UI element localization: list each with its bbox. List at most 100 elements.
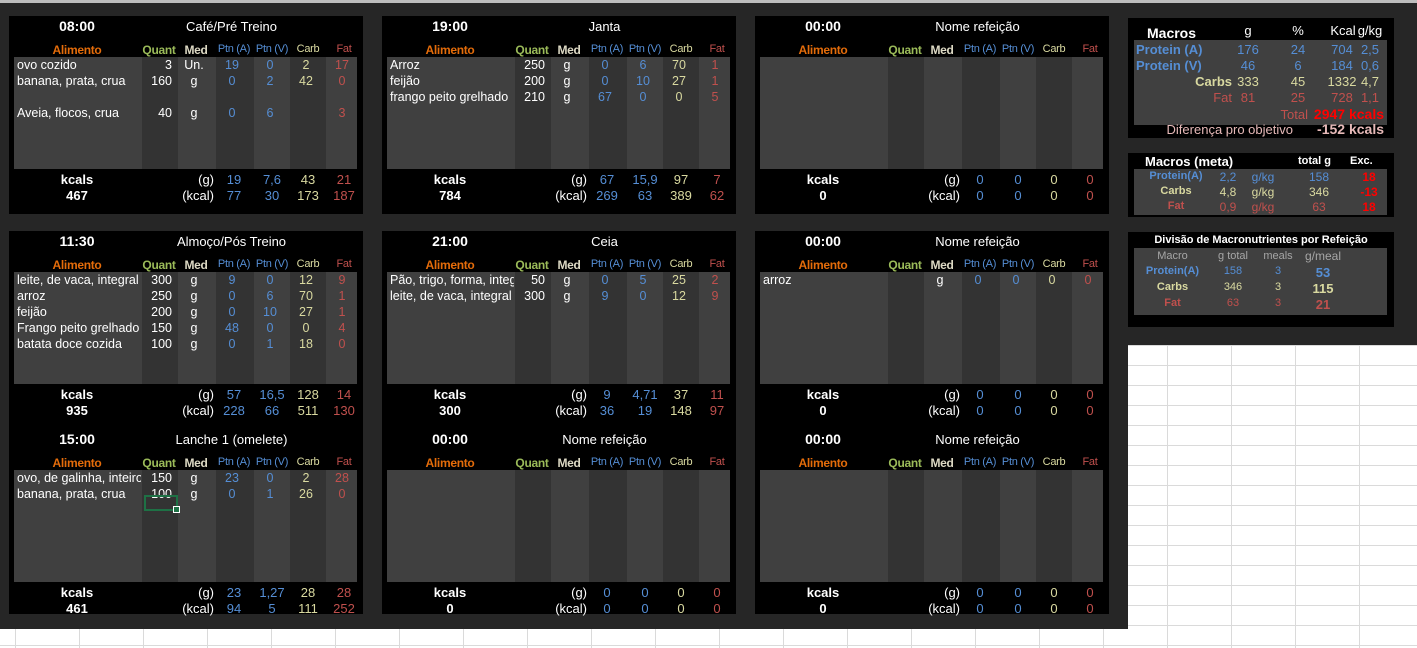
cell-carb[interactable]: 0 bbox=[290, 321, 322, 335]
cell-ptnA[interactable]: 67 bbox=[589, 90, 621, 104]
cell-ptnA[interactable]: 0 bbox=[216, 106, 248, 120]
cell-fat[interactable]: 2 bbox=[699, 273, 731, 287]
cell-carb[interactable]: 0 bbox=[663, 90, 695, 104]
meal-time[interactable]: 21:00 bbox=[410, 233, 490, 249]
meal-name[interactable]: Lanche 1 (omelete) bbox=[129, 432, 334, 447]
cell-quant[interactable]: 300 bbox=[142, 273, 172, 287]
cell-med[interactable]: g bbox=[178, 273, 210, 287]
cell-med[interactable]: g bbox=[551, 74, 583, 88]
cell-med[interactable]: g bbox=[551, 90, 583, 104]
cell-alimento[interactable]: batata doce cozida bbox=[17, 337, 141, 351]
meal-time[interactable]: 00:00 bbox=[410, 431, 490, 447]
meal-name[interactable]: Nome refeição bbox=[875, 234, 1080, 249]
cell-quant[interactable]: 40 bbox=[142, 106, 172, 120]
cell-ptnA[interactable]: 9 bbox=[216, 273, 248, 287]
cell-alimento[interactable]: arroz bbox=[763, 273, 887, 287]
meal-time[interactable]: 00:00 bbox=[783, 431, 863, 447]
cell-alimento[interactable]: arroz bbox=[17, 289, 141, 303]
cell-alimento[interactable]: leite, de vaca, integral bbox=[17, 273, 141, 287]
cell-fat[interactable]: 1 bbox=[699, 74, 731, 88]
cell-ptnA[interactable]: 0 bbox=[216, 305, 248, 319]
cell-ptnV[interactable]: 0 bbox=[254, 321, 286, 335]
table-row[interactable]: arroz 250 g 0 6 70 1 bbox=[14, 289, 357, 305]
cell-carb[interactable]: 18 bbox=[290, 337, 322, 351]
cell-fat[interactable]: 0 bbox=[326, 487, 358, 501]
table-row[interactable]: feijão 200 g 0 10 27 1 bbox=[387, 74, 730, 90]
cell-quant[interactable]: 3 bbox=[142, 58, 172, 72]
cell-quant[interactable]: 300 bbox=[515, 289, 545, 303]
meal-name[interactable]: Nome refeição bbox=[875, 19, 1080, 34]
cell-ptnV[interactable]: 0 bbox=[254, 58, 286, 72]
table-row[interactable] bbox=[14, 90, 357, 106]
cell-ptnA[interactable]: 0 bbox=[216, 487, 248, 501]
cell-med[interactable]: g bbox=[551, 289, 583, 303]
cell-fat[interactable]: 0 bbox=[326, 337, 358, 351]
cell-ptnV[interactable]: 2 bbox=[254, 74, 286, 88]
cell-ptnV[interactable]: 0 bbox=[254, 471, 286, 485]
table-row[interactable]: arroz g 0 0 0 0 bbox=[760, 273, 1103, 289]
cell-med[interactable]: g bbox=[551, 58, 583, 72]
cell-quant[interactable]: 210 bbox=[515, 90, 545, 104]
cell-carb[interactable]: 2 bbox=[290, 471, 322, 485]
cell-ptnV[interactable]: 6 bbox=[254, 289, 286, 303]
cell-fat[interactable]: 4 bbox=[326, 321, 358, 335]
meal-time[interactable]: 19:00 bbox=[410, 18, 490, 34]
cell-fat[interactable]: 1 bbox=[699, 58, 731, 72]
cell-alimento[interactable]: Frango peito grelhado bbox=[17, 321, 141, 335]
cell-alimento[interactable]: Pão, trigo, forma, integral bbox=[390, 273, 514, 287]
meal-time[interactable]: 11:30 bbox=[37, 233, 117, 249]
meal-name[interactable]: Nome refeição bbox=[502, 432, 707, 447]
cell-ptnV[interactable]: 6 bbox=[627, 58, 659, 72]
table-row[interactable]: batata doce cozida 100 g 0 1 18 0 bbox=[14, 337, 357, 353]
cell-ptnA[interactable]: 23 bbox=[216, 471, 248, 485]
cell-ptnA[interactable]: 9 bbox=[589, 289, 621, 303]
cell-med[interactable]: g bbox=[178, 305, 210, 319]
meal-name[interactable]: Janta bbox=[502, 19, 707, 34]
cell-med[interactable]: g bbox=[178, 471, 210, 485]
cell-carb[interactable]: 70 bbox=[290, 289, 322, 303]
cell-alimento[interactable]: leite, de vaca, integral bbox=[390, 289, 514, 303]
cell-ptnA[interactable]: 0 bbox=[589, 58, 621, 72]
cell-quant[interactable]: 50 bbox=[515, 273, 545, 287]
cell-fat[interactable]: 0 bbox=[326, 74, 358, 88]
cell-fat[interactable]: 0 bbox=[1072, 273, 1104, 287]
cell-quant[interactable]: 200 bbox=[515, 74, 545, 88]
cell-carb[interactable]: 27 bbox=[663, 74, 695, 88]
meal-name[interactable]: Almoço/Pós Treino bbox=[129, 234, 334, 249]
cell-med[interactable]: g bbox=[551, 273, 583, 287]
table-row[interactable]: Arroz 250 g 0 6 70 1 bbox=[387, 58, 730, 74]
cell-ptnA[interactable]: 48 bbox=[216, 321, 248, 335]
cell-fat[interactable]: 5 bbox=[699, 90, 731, 104]
table-row[interactable]: banana, prata, crua 160 g 0 2 42 0 bbox=[14, 74, 357, 90]
meal-time[interactable]: 00:00 bbox=[783, 233, 863, 249]
cell-alimento[interactable]: banana, prata, crua bbox=[17, 487, 141, 501]
cell-fat[interactable]: 9 bbox=[699, 289, 731, 303]
table-row[interactable]: banana, prata, crua 100 g 0 1 26 0 bbox=[14, 487, 357, 503]
cell-fat[interactable]: 28 bbox=[326, 471, 358, 485]
cell-carb[interactable]: 12 bbox=[290, 273, 322, 287]
cell-alimento[interactable]: ovo cozido bbox=[17, 58, 141, 72]
selected-cell[interactable] bbox=[144, 495, 180, 513]
cell-carb[interactable]: 2 bbox=[290, 58, 322, 72]
cell-med[interactable]: g bbox=[178, 289, 210, 303]
cell-quant[interactable]: 150 bbox=[142, 321, 172, 335]
table-row[interactable]: frango peito grelhado 210 g 67 0 0 5 bbox=[387, 90, 730, 106]
cell-ptnA[interactable]: 0 bbox=[589, 273, 621, 287]
cell-ptnA[interactable]: 0 bbox=[589, 74, 621, 88]
cell-med[interactable]: g bbox=[178, 337, 210, 351]
cell-ptnV[interactable]: 0 bbox=[627, 289, 659, 303]
cell-ptnV[interactable]: 0 bbox=[1000, 273, 1032, 287]
cell-med[interactable]: g bbox=[924, 273, 956, 287]
cell-fat[interactable]: 17 bbox=[326, 58, 358, 72]
cell-ptnV[interactable]: 0 bbox=[254, 273, 286, 287]
table-row[interactable]: leite, de vaca, integral 300 g 9 0 12 9 bbox=[387, 289, 730, 305]
table-row[interactable]: Frango peito grelhado 150 g 48 0 0 4 bbox=[14, 321, 357, 337]
cell-quant[interactable]: 250 bbox=[142, 289, 172, 303]
cell-ptnV[interactable]: 5 bbox=[627, 273, 659, 287]
cell-carb[interactable]: 27 bbox=[290, 305, 322, 319]
cell-ptnA[interactable]: 19 bbox=[216, 58, 248, 72]
cell-alimento[interactable]: Aveia, flocos, crua bbox=[17, 106, 141, 120]
cell-carb[interactable]: 25 bbox=[663, 273, 695, 287]
cell-med[interactable]: g bbox=[178, 106, 210, 120]
meal-name[interactable]: Nome refeição bbox=[875, 432, 1080, 447]
